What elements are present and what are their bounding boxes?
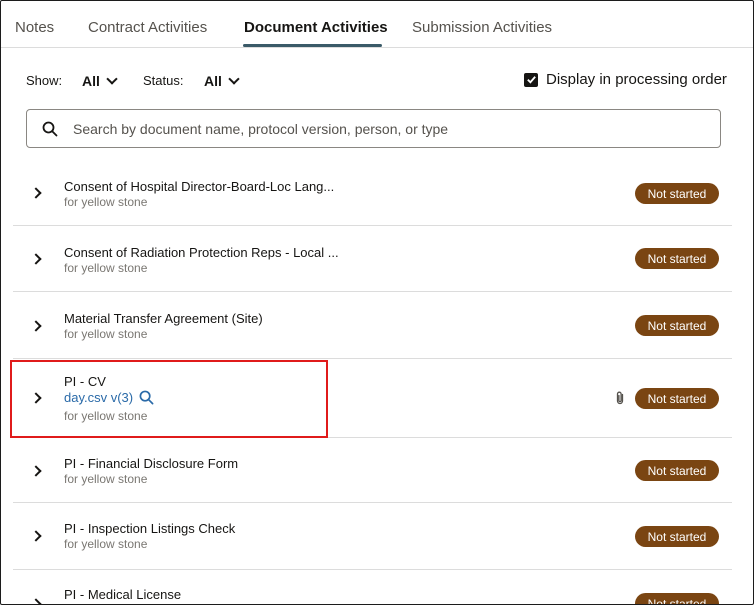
- status-badge: Not started: [635, 183, 719, 204]
- status-badge: Not started: [635, 460, 719, 481]
- row-title: Material Transfer Agreement (Site): [64, 311, 263, 326]
- chevron-right-icon[interactable]: [30, 598, 42, 604]
- tab-bar: Notes Contract Activities Document Activ…: [1, 1, 753, 48]
- check-icon: [526, 76, 536, 84]
- row-subtitle: for yellow stone: [64, 195, 148, 209]
- search-box: [26, 109, 721, 148]
- show-filter-select[interactable]: All: [82, 71, 118, 91]
- chevron-right-icon[interactable]: [30, 187, 42, 199]
- list-item[interactable]: PI - Financial Disclosure Form for yello…: [13, 438, 732, 503]
- show-filter-value: All: [82, 73, 100, 89]
- list-item[interactable]: Material Transfer Agreement (Site) for y…: [13, 292, 732, 359]
- tab-contract-activities[interactable]: Contract Activities: [88, 19, 207, 36]
- row-subtitle: for yellow stone: [64, 537, 148, 551]
- chevron-right-icon[interactable]: [30, 530, 42, 542]
- chevron-right-icon[interactable]: [30, 465, 42, 477]
- chevron-right-icon[interactable]: [30, 320, 42, 332]
- status-badge: Not started: [635, 388, 719, 409]
- list-item[interactable]: Consent of Hospital Director-Board-Loc L…: [13, 160, 732, 226]
- row-subtitle: for yellow stone: [64, 261, 148, 275]
- tab-document-activities[interactable]: Document Activities: [244, 19, 388, 36]
- processing-order-label: Display in processing order: [546, 71, 727, 88]
- status-badge: Not started: [635, 315, 719, 336]
- row-subtitle: for yellow stone: [64, 472, 148, 486]
- document-activities-panel: Notes Contract Activities Document Activ…: [0, 0, 754, 605]
- search-input[interactable]: [73, 110, 720, 147]
- list-item[interactable]: PI - Medical License Not started: [13, 570, 732, 604]
- tab-submission-activities[interactable]: Submission Activities: [412, 19, 552, 36]
- list-item[interactable]: PI - Inspection Listings Check for yello…: [13, 503, 732, 570]
- row-title: PI - Financial Disclosure Form: [64, 456, 239, 471]
- search-icon: [27, 121, 73, 137]
- status-filter-value: All: [204, 73, 222, 89]
- list-item[interactable]: Consent of Radiation Protection Reps - L…: [13, 226, 732, 292]
- row-title: PI - Medical License: [64, 587, 182, 602]
- tab-notes[interactable]: Notes: [15, 19, 54, 36]
- row-title: Consent of Radiation Protection Reps - L…: [64, 245, 339, 260]
- status-filter-select[interactable]: All: [204, 71, 240, 91]
- paperclip-icon[interactable]: [615, 391, 625, 410]
- status-badge: Not started: [635, 593, 719, 604]
- active-tab-indicator: [243, 44, 382, 47]
- processing-order-checkbox[interactable]: [524, 72, 538, 87]
- highlight-box: [10, 360, 328, 438]
- show-filter-label: Show:: [26, 73, 63, 88]
- chevron-down-icon: [106, 73, 118, 85]
- status-badge: Not started: [635, 526, 719, 547]
- processing-order-toggle[interactable]: Display in processing order: [524, 71, 727, 88]
- row-title: Consent of Hospital Director-Board-Loc L…: [64, 179, 335, 194]
- row-subtitle: for yellow stone: [64, 327, 148, 341]
- chevron-right-icon[interactable]: [30, 253, 42, 265]
- status-badge: Not started: [635, 248, 719, 269]
- row-title: PI - Inspection Listings Check: [64, 521, 236, 536]
- status-filter-label: Status:: [143, 73, 184, 88]
- chevron-down-icon: [228, 73, 240, 85]
